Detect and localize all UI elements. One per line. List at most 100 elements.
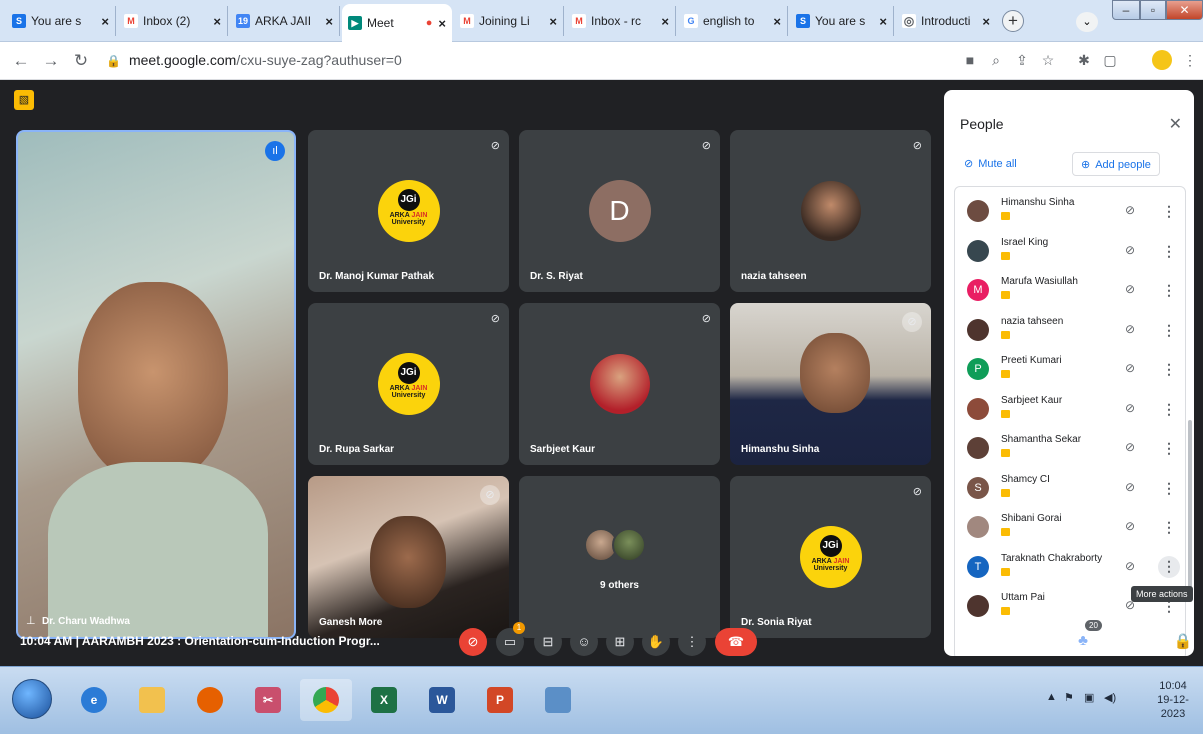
browser-tab-active[interactable]: ▶ Meet ● × [342,4,452,42]
window-close-button[interactable]: ✕ [1166,0,1203,20]
extensions-icon[interactable]: ✱ [1074,52,1094,69]
close-icon[interactable]: × [879,14,887,29]
participant-row[interactable]: S Shamcy CI ⊘ ⋮ [955,468,1185,508]
mic-off-icon[interactable]: ⊘ [1125,519,1135,533]
close-icon[interactable]: × [549,14,557,29]
video-tile[interactable]: ⊘ Sarbjeet Kaur [519,303,720,465]
maximize-button[interactable]: ▫ [1140,0,1166,20]
mic-off-icon[interactable]: ⊘ [1125,361,1135,375]
more-options-button[interactable]: ⋮ [678,628,706,656]
raise-hand-button[interactable]: ✋ [642,628,670,656]
mic-off-icon[interactable]: ⊘ [1125,243,1135,257]
close-icon[interactable]: ✕ [1169,114,1182,134]
participant-row[interactable]: nazia tahseen ⊘ ⋮ [955,310,1185,350]
more-actions-icon[interactable]: ⋮ [1160,478,1178,498]
video-tile-main[interactable]: ıl ⊥ Dr. Charu Wadhwa [16,130,296,639]
video-tile[interactable]: ⊘ JGi ARKA JAIN University Dr. Rupa Sark… [308,303,509,465]
participant-row[interactable]: P Preeti Kumari ⊘ ⋮ [955,349,1185,389]
camera-off-icon[interactable]: ▧ [14,90,34,110]
reload-icon[interactable]: ↻ [70,50,92,72]
video-tile[interactable]: ⊘ Himanshu Sinha [730,303,931,465]
close-icon[interactable]: × [661,14,669,29]
snipping-tool-icon[interactable]: ✂ [242,679,294,721]
mic-off-icon[interactable]: ⊘ [1125,322,1135,336]
forward-icon[interactable]: → [40,50,62,72]
close-icon[interactable]: × [325,14,333,29]
side-panel-icon[interactable]: ▢ [1100,52,1120,69]
video-tile-others[interactable]: 9 others [519,476,720,638]
add-people-button[interactable]: ⊕ Add people [1072,152,1160,176]
mic-off-icon[interactable]: ⊘ [1125,440,1135,454]
show-hidden-icons[interactable]: ▲ [1046,691,1057,703]
more-actions-icon[interactable]: ⋮ [1160,201,1178,221]
tab-search-icon[interactable]: ⌄ [1076,12,1098,32]
participant-row[interactable]: Israel King ⊘ ⋮ [955,231,1185,271]
close-icon[interactable]: × [982,14,990,29]
word-icon[interactable]: W [416,679,468,721]
share-icon[interactable]: ⇪ [1012,52,1032,69]
emoji-button[interactable]: ☺ [570,628,598,656]
participant-row[interactable]: M Marufa Wasiullah ⊘ ⋮ [955,270,1185,310]
mic-off-icon[interactable]: ⊘ [1125,282,1135,296]
flag-icon[interactable]: ⚑ [1064,691,1074,704]
menu-dots-icon[interactable]: ⋮ [1180,52,1200,69]
more-actions-icon[interactable]: ⋮ [1160,517,1178,537]
participant-row[interactable]: Himanshu Sinha ⊘ ⋮ [955,191,1185,231]
close-icon[interactable]: × [773,14,781,29]
host-controls-icon[interactable]: 🔒 [1172,632,1194,650]
start-button[interactable] [12,679,52,719]
participant-row[interactable]: Shamantha Sekar ⊘ ⋮ [955,428,1185,468]
excel-icon[interactable]: X [358,679,410,721]
video-tile[interactable]: ⊘ nazia tahseen [730,130,931,292]
activities-icon[interactable]: ⩓ [1140,632,1162,649]
present-button[interactable]: ⊞ [606,628,634,656]
mic-off-icon[interactable]: ⊘ [1125,559,1135,573]
info-icon[interactable]: ⓘ [1034,632,1056,653]
mic-off-icon[interactable]: ⊘ [1125,401,1135,415]
firefox-icon[interactable] [184,679,236,721]
close-icon[interactable]: × [438,16,446,31]
more-actions-icon[interactable]: ⋮ [1160,320,1178,340]
more-actions-icon[interactable]: ⋮ [1160,438,1178,458]
taskbar-clock[interactable]: 10:04 19-12-2023 [1148,679,1198,721]
video-tile[interactable]: ⊘ Ganesh More [308,476,509,638]
video-tile[interactable]: ⊘ D Dr. S. Riyat [519,130,720,292]
file-explorer-icon[interactable] [126,679,178,721]
url-field[interactable]: 🔒 meet.google.com/cxu-suye-zag?authuser=0 [106,52,402,68]
minimize-button[interactable]: – [1112,0,1140,20]
photo-viewer-icon[interactable] [532,679,584,721]
back-icon[interactable]: ← [10,50,32,72]
video-tile[interactable]: ⊘ JGi ARKA JAIN University Dr. Manoj Kum… [308,130,509,292]
more-actions-icon[interactable]: ⋮ [1160,280,1178,300]
scrollbar[interactable] [1188,420,1192,600]
more-actions-icon[interactable]: ⋮ [1158,555,1180,578]
browser-tab[interactable]: M Joining Li × [454,6,564,36]
captions-button[interactable]: ⊟ [534,628,562,656]
microphone-off-button[interactable]: ⊘ [459,628,487,656]
browser-tab[interactable]: 19 ARKA JAII × [230,6,340,36]
participant-row[interactable]: Shibani Gorai ⊘ ⋮ [955,507,1185,547]
browser-tab[interactable]: ◎ Introducti × [896,6,996,36]
zoom-icon[interactable]: ⌕ [986,52,1006,69]
browser-tab[interactable]: M Inbox - rc × [566,6,676,36]
volume-icon[interactable]: ◀) [1104,691,1116,704]
people-icon[interactable]: ♣ [1072,632,1094,649]
chat-icon[interactable]: ▤ [1106,632,1128,650]
more-actions-icon[interactable]: ⋮ [1160,359,1178,379]
internet-explorer-icon[interactable]: e [68,679,120,721]
network-icon[interactable]: ▣ [1084,691,1094,704]
close-icon[interactable]: × [101,14,109,29]
participant-row[interactable]: T Taraknath Chakraborty ⊘ ⋮ [955,547,1185,587]
camera-icon[interactable]: ■ [960,52,980,68]
bookmark-star-icon[interactable]: ☆ [1038,52,1058,69]
chrome-icon[interactable] [300,679,352,721]
profile-avatar[interactable] [1152,50,1172,70]
new-tab-button[interactable]: + [1002,10,1024,32]
video-tile[interactable]: ⊘ JGi ARKA JAIN University Dr. Sonia Riy… [730,476,931,638]
mic-off-icon[interactable]: ⊘ [1125,480,1135,494]
participant-row[interactable]: Sarbjeet Kaur ⊘ ⋮ [955,389,1185,429]
more-actions-icon[interactable]: ⋮ [1160,399,1178,419]
browser-tab[interactable]: G english to × [678,6,788,36]
browser-tab[interactable]: S You are s × [6,6,116,36]
close-icon[interactable]: × [213,14,221,29]
